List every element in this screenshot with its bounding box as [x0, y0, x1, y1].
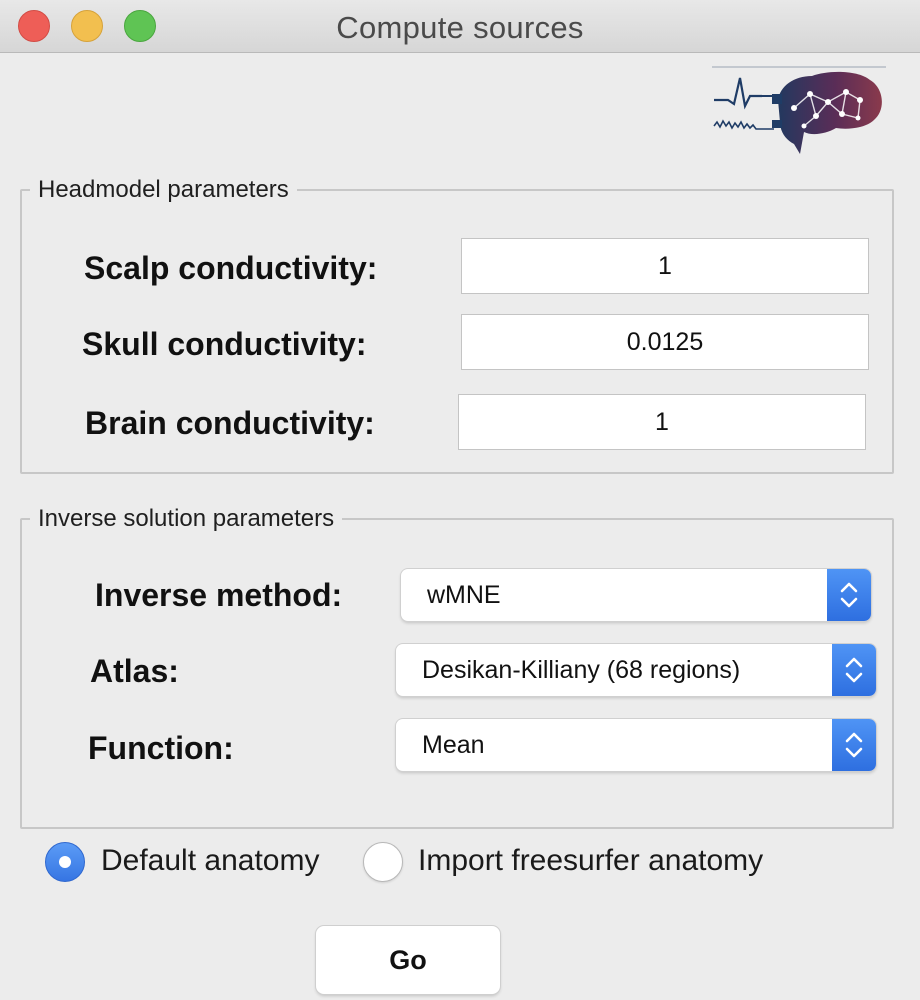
function-select[interactable]: Mean — [396, 719, 876, 771]
default-anatomy-radio[interactable] — [45, 842, 85, 882]
headmodel-parameters-legend: Headmodel parameters — [38, 176, 289, 203]
function-value: Mean — [422, 731, 485, 759]
inverse-method-select[interactable]: wMNE — [401, 569, 871, 621]
title-bar: Compute sources — [0, 0, 920, 53]
atlas-select[interactable]: Desikan-Killiany (68 regions) — [396, 644, 876, 696]
atlas-label: Atlas: — [90, 653, 179, 689]
import-freesurfer-anatomy-radio[interactable] — [363, 842, 403, 882]
atlas-value: Desikan-Killiany (68 regions) — [422, 656, 741, 684]
function-label: Function: — [88, 730, 234, 766]
default-anatomy-label[interactable]: Default anatomy — [101, 844, 319, 878]
scalp-conductivity-input[interactable]: 1 — [461, 238, 869, 294]
window-title: Compute sources — [336, 10, 584, 45]
chevron-updown-icon[interactable] — [827, 569, 871, 621]
skull-conductivity-input[interactable]: 0.0125 — [461, 314, 869, 370]
brain-conductivity-input[interactable]: 1 — [458, 394, 866, 450]
scalp-conductivity-label: Scalp conductivity: — [84, 250, 378, 286]
skull-conductivity-label: Skull conductivity: — [82, 326, 367, 362]
inverse-solution-parameters-legend: Inverse solution parameters — [38, 505, 335, 532]
inverse-method-value: wMNE — [427, 581, 501, 609]
go-button[interactable]: Go — [316, 926, 500, 994]
chevron-updown-icon[interactable] — [832, 644, 876, 696]
brain-conductivity-label: Brain conductivity: — [85, 405, 375, 441]
inverse-method-label: Inverse method: — [95, 577, 343, 613]
import-freesurfer-anatomy-label[interactable]: Import freesurfer anatomy — [418, 844, 763, 878]
brain-network-logo-icon — [712, 66, 886, 154]
chevron-updown-icon[interactable] — [832, 719, 876, 771]
